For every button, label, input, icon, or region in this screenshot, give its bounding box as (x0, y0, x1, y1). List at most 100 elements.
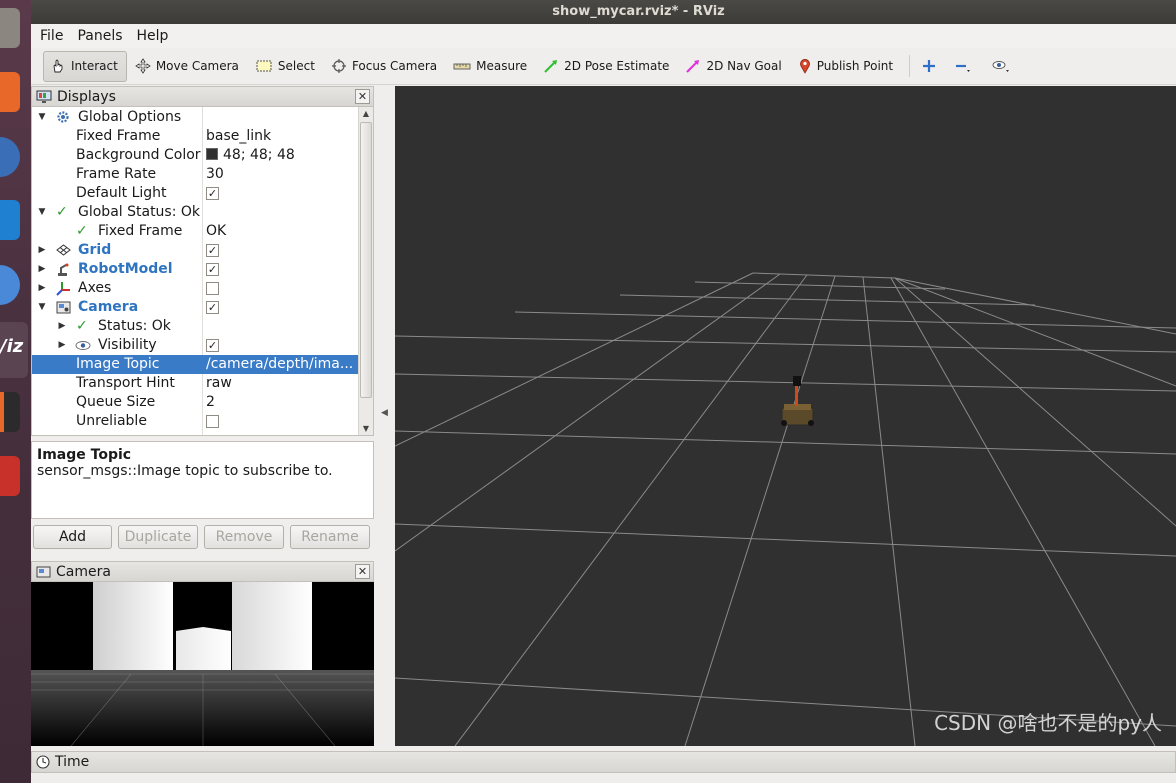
scroll-down-icon[interactable]: ▼ (359, 422, 373, 435)
menu-panels[interactable]: Panels (77, 28, 122, 44)
tree-row-camera-status[interactable]: ▶ ✓ Status: Ok (32, 317, 358, 336)
camera-image-view[interactable] (31, 582, 374, 746)
pose-estimate-tool-button[interactable]: 2D Pose Estimate (537, 51, 677, 82)
color-swatch[interactable] (206, 148, 218, 160)
color-value: 48; 48; 48 (223, 147, 295, 163)
displays-tree: ▼ Global Options Fixed Frame base_link B… (31, 107, 374, 436)
tree-row-global-status[interactable]: ▼ ✓ Global Status: Ok (32, 203, 358, 222)
close-icon[interactable]: ✕ (355, 564, 370, 579)
row-name: Default Light (76, 185, 167, 201)
checkbox-checked[interactable]: ✓ (206, 339, 219, 352)
row-name: Transport Hint (76, 375, 175, 391)
tree-scrollbar[interactable]: ▲ ▼ (358, 107, 373, 435)
collapse-arrow-icon[interactable]: ▶ (37, 241, 47, 260)
menu-file[interactable]: File (40, 28, 63, 44)
checkbox-unchecked[interactable] (206, 415, 219, 428)
displays-title: Displays (57, 88, 116, 105)
row-value[interactable]: 2 (206, 393, 215, 412)
checkbox-checked[interactable]: ✓ (206, 187, 219, 200)
collapse-left-icon[interactable]: ◀ (381, 408, 388, 418)
checkbox-unchecked[interactable] (206, 282, 219, 295)
tree-row-default-light[interactable]: Default Light ✓ (32, 184, 358, 203)
help-icon[interactable] (0, 137, 20, 177)
row-name: Axes (78, 280, 112, 296)
expand-arrow-icon[interactable]: ▼ (37, 108, 47, 127)
tree-row-fixed-frame-status[interactable]: ✓ Fixed Frame OK (32, 222, 358, 241)
row-value[interactable]: 48; 48; 48 (206, 146, 295, 165)
property-description: Image Topic sensor_msgs::Image topic to … (31, 441, 374, 519)
tree-row-global-options[interactable]: ▼ Global Options (32, 108, 358, 127)
nav-goal-label: 2D Nav Goal (706, 59, 782, 73)
tree-row-robotmodel[interactable]: ▶ RobotModel ✓ (32, 260, 358, 279)
tree-row-background-color[interactable]: Background Color 48; 48; 48 (32, 146, 358, 165)
interact-tool-button[interactable]: Interact (43, 50, 127, 82)
row-value[interactable]: raw (206, 374, 232, 393)
focus-camera-tool-button[interactable]: Focus Camera (325, 51, 445, 82)
tree-row-fixed-frame[interactable]: Fixed Frame base_link (32, 127, 358, 146)
camera-title: Camera (56, 563, 111, 580)
tree-row-transport-hint[interactable]: Transport Hint raw (32, 374, 358, 393)
camera-icon (56, 301, 71, 314)
tree-row-visibility[interactable]: ▶ Visibility ✓ (32, 336, 358, 355)
files-icon[interactable] (0, 8, 20, 48)
tree-row-unreliable[interactable]: Unreliable (32, 412, 358, 431)
remove-button[interactable]: Remove (204, 525, 284, 549)
description-title: Image Topic (37, 447, 132, 463)
expand-arrow-icon[interactable]: ▼ (37, 298, 47, 317)
tree-row-axes[interactable]: ▶ Axes (32, 279, 358, 298)
checkbox-checked[interactable]: ✓ (206, 244, 219, 257)
scroll-up-icon[interactable]: ▲ (359, 107, 373, 121)
measure-tool-button[interactable]: Measure (447, 51, 535, 82)
tree-row-frame-rate[interactable]: Frame Rate 30 (32, 165, 358, 184)
row-name: Global Status: Ok (78, 204, 201, 220)
terminal-icon[interactable] (0, 392, 20, 432)
robot-arm-icon (58, 263, 69, 276)
move-camera-tool-button[interactable]: Move Camera (129, 51, 247, 82)
duplicate-button[interactable]: Duplicate (118, 525, 198, 549)
tree-row-image-topic[interactable]: Image Topic /camera/depth/ima... (32, 355, 358, 374)
window-title: show_mycar.rviz* - RViz (31, 0, 1176, 24)
rviz-icon[interactable]: /iz (0, 322, 28, 378)
nav-goal-tool-button[interactable]: 2D Nav Goal (679, 51, 789, 82)
publish-point-label: Publish Point (816, 59, 894, 73)
rename-button[interactable]: Rename (290, 525, 370, 549)
scrollbar-thumb[interactable] (360, 122, 372, 398)
tree-row-grid[interactable]: ▶ Grid ✓ (32, 241, 358, 260)
row-value[interactable]: /camera/depth/ima... (206, 355, 353, 374)
move-camera-label: Move Camera (155, 59, 239, 73)
row-value[interactable]: base_link (206, 127, 271, 146)
row-name: Frame Rate (76, 166, 157, 182)
add-tool-button[interactable] (916, 51, 947, 82)
collapse-arrow-icon[interactable]: ▶ (37, 260, 47, 279)
plus-icon (923, 60, 936, 72)
publish-point-tool-button[interactable]: Publish Point (792, 51, 901, 82)
close-icon[interactable]: ✕ (355, 89, 370, 104)
row-name: Visibility (98, 337, 157, 353)
remove-tool-button[interactable] (949, 51, 984, 82)
app-icon[interactable] (0, 456, 20, 496)
checkbox-checked[interactable]: ✓ (206, 263, 219, 276)
collapse-arrow-icon[interactable]: ▶ (57, 317, 67, 336)
select-tool-button[interactable]: Select (249, 51, 323, 82)
collapse-arrow-icon[interactable]: ▶ (37, 279, 47, 298)
view-options-button[interactable] (986, 51, 1023, 82)
software-center-icon[interactable] (0, 72, 20, 112)
checkbox-checked[interactable]: ✓ (206, 301, 219, 314)
vscode-icon[interactable] (0, 200, 20, 240)
add-button[interactable]: Add (33, 525, 112, 549)
row-name: Camera (78, 299, 139, 315)
panel-splitter[interactable]: ◀ (375, 86, 395, 746)
tree-row-queue-size[interactable]: Queue Size 2 (32, 393, 358, 412)
focus-camera-label: Focus Camera (351, 59, 438, 73)
collapse-arrow-icon[interactable]: ▶ (57, 336, 67, 355)
minus-icon (956, 64, 971, 72)
tree-row-camera[interactable]: ▼ Camera ✓ (32, 298, 358, 317)
render-3d-view[interactable]: CSDN @啥也不是的py人 (395, 86, 1176, 746)
row-name: Unreliable (76, 413, 147, 429)
camera-panel: Camera ✕ (31, 561, 374, 746)
row-value[interactable]: 30 (206, 165, 224, 184)
expand-arrow-icon[interactable]: ▼ (37, 203, 47, 222)
chrome-icon[interactable] (0, 265, 20, 305)
row-name: Queue Size (76, 394, 156, 410)
menu-help[interactable]: Help (137, 28, 169, 44)
